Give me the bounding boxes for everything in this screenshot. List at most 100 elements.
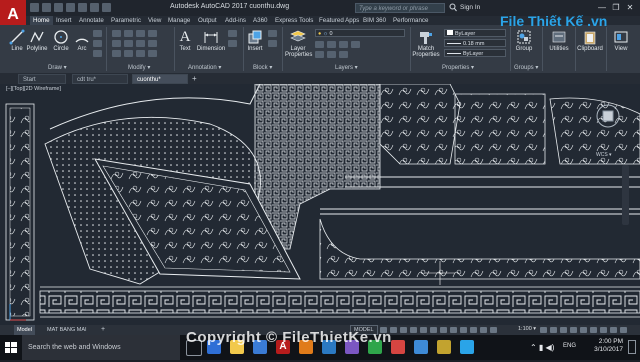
search-icon[interactable]	[449, 3, 457, 12]
tab-manage[interactable]: Manage	[165, 16, 193, 25]
taskbar-clock[interactable]: 2:00 PM 3/10/2017	[585, 338, 623, 354]
scale-icon[interactable]	[124, 50, 133, 57]
navigation-bar[interactable]	[622, 165, 629, 225]
dimension-button[interactable]: Dimension	[196, 29, 226, 52]
undo-icon[interactable]	[90, 3, 99, 12]
match-properties-button[interactable]: Match Properties	[412, 29, 440, 58]
layer-tool-icon[interactable]	[315, 41, 324, 48]
circle-button[interactable]: Circle	[52, 29, 70, 52]
clean-screen-icon[interactable]	[610, 327, 617, 333]
stretch-icon[interactable]	[112, 50, 121, 57]
rotate-icon[interactable]	[124, 30, 133, 37]
layer-tool-icon[interactable]	[327, 51, 336, 58]
new-tab-icon[interactable]: +	[192, 74, 197, 83]
help-search-input[interactable]: Type a keyword or phrase	[355, 3, 445, 13]
linetype-dropdown[interactable]: ByLayer	[444, 49, 506, 57]
tab-featured-apps[interactable]: Featured Apps	[316, 16, 362, 25]
layer-dropdown[interactable]: ● ☼ 0	[315, 29, 405, 37]
lineweight-icon[interactable]	[440, 327, 447, 333]
tab-view[interactable]: View	[145, 16, 164, 25]
properties-group-title[interactable]: Properties ▾	[442, 64, 474, 71]
tab-output[interactable]: Output	[195, 16, 220, 25]
tab-parametric[interactable]: Parametric	[108, 16, 144, 25]
open-file-icon[interactable]	[42, 3, 51, 12]
insert-block-button[interactable]: Insert	[246, 29, 264, 52]
block-group-title[interactable]: Block ▾	[253, 64, 272, 71]
polyline-button[interactable]: Polyline	[26, 29, 48, 52]
leader-icon[interactable]	[228, 30, 237, 37]
offset-icon[interactable]	[148, 50, 157, 57]
doc-tab-cuonthu[interactable]: cuonthu*	[132, 74, 188, 84]
doc-tab-start[interactable]: Start	[18, 74, 66, 84]
line-button[interactable]: Line	[8, 29, 26, 52]
arc-button[interactable]: Arc	[74, 29, 90, 52]
annotation-monitor-icon[interactable]	[550, 327, 557, 333]
new-file-icon[interactable]	[30, 3, 39, 12]
app-icon[interactable]	[391, 340, 405, 354]
annotation-scale-dropdown[interactable]: 1:100 ▾	[518, 326, 536, 332]
units-icon[interactable]	[560, 327, 567, 333]
app-icon[interactable]	[437, 340, 451, 354]
language-indicator[interactable]: ENG	[563, 343, 576, 349]
layer-tool-icon[interactable]	[351, 41, 360, 48]
save-icon[interactable]	[54, 3, 63, 12]
move-icon[interactable]	[112, 30, 121, 37]
copy-icon[interactable]	[112, 40, 121, 47]
tab-bim-360[interactable]: BIM 360	[360, 16, 389, 25]
tab-a360[interactable]: A360	[250, 16, 270, 25]
lock-icon[interactable]	[580, 327, 587, 333]
maximize-button[interactable]: ❐	[610, 2, 622, 13]
selection-cycling-icon[interactable]	[460, 327, 467, 333]
color-dropdown[interactable]: ByLayer	[444, 29, 506, 37]
notifications-icon[interactable]	[628, 340, 636, 354]
system-tray-icons[interactable]: ⌃ ▮ ◀)	[530, 343, 554, 352]
layer-tool-icon[interactable]	[315, 51, 324, 58]
layer-tool-icon[interactable]	[327, 41, 336, 48]
group-button[interactable]: Group	[513, 29, 535, 52]
add-layout-icon[interactable]: +	[98, 325, 108, 335]
tab-annotate[interactable]: Annotate	[76, 16, 107, 25]
create-block-icon[interactable]	[268, 30, 277, 37]
explode-icon[interactable]	[148, 40, 157, 47]
fillet-icon[interactable]	[136, 40, 145, 47]
layer-tool-icon[interactable]	[339, 41, 348, 48]
array-icon[interactable]	[136, 50, 145, 57]
sign-in-link[interactable]: Sign In	[460, 4, 480, 11]
modify-group-title[interactable]: Modify ▾	[128, 64, 150, 71]
tab-home[interactable]: Home	[30, 16, 53, 25]
auto-scale-icon[interactable]	[480, 327, 487, 333]
ellipse-icon[interactable]	[93, 50, 102, 57]
table-icon[interactable]	[228, 40, 237, 47]
tab-insert[interactable]: Insert	[53, 16, 74, 25]
quick-properties-icon[interactable]	[570, 327, 577, 333]
app-icon[interactable]	[414, 340, 428, 354]
close-button[interactable]: ✕	[624, 2, 636, 13]
clipboard-button[interactable]: Clipboard	[576, 29, 604, 52]
wcs-menu[interactable]: WCS ▾	[596, 152, 612, 158]
isolate-objects-icon[interactable]	[590, 327, 597, 333]
ortho-icon[interactable]	[400, 327, 407, 333]
drawing-canvas[interactable]	[0, 84, 640, 325]
layout-tab-mat-bang-mai[interactable]: MAT BANG MAI	[44, 325, 90, 335]
minimize-button[interactable]: —	[596, 2, 608, 13]
tab-performance[interactable]: Performance	[390, 16, 431, 25]
transparency-icon[interactable]	[450, 327, 457, 333]
hatch-icon[interactable]	[93, 40, 102, 47]
osnap-icon[interactable]	[420, 327, 427, 333]
annotation-group-title[interactable]: Annotation ▾	[188, 64, 221, 71]
layers-group-title[interactable]: Layers ▾	[335, 64, 358, 71]
groups-group-title[interactable]: Groups ▾	[514, 64, 538, 71]
hardware-acceleration-icon[interactable]	[600, 327, 607, 333]
tab-add-ins[interactable]: Add-ins	[222, 16, 249, 25]
mirror-icon[interactable]	[124, 40, 133, 47]
utilities-button[interactable]: Utilities	[546, 29, 572, 52]
start-button[interactable]	[0, 335, 22, 360]
layer-properties-button[interactable]: Layer Properties	[285, 29, 312, 58]
doc-tab-cdt-tru[interactable]: cdt tru*	[72, 74, 128, 84]
workspace-icon[interactable]	[540, 327, 547, 333]
text-button[interactable]: A Text	[176, 29, 194, 52]
layer-tool-icon[interactable]	[339, 51, 348, 58]
erase-icon[interactable]	[148, 30, 157, 37]
tab-express-tools[interactable]: Express Tools	[272, 16, 316, 25]
edit-block-icon[interactable]	[268, 40, 277, 47]
